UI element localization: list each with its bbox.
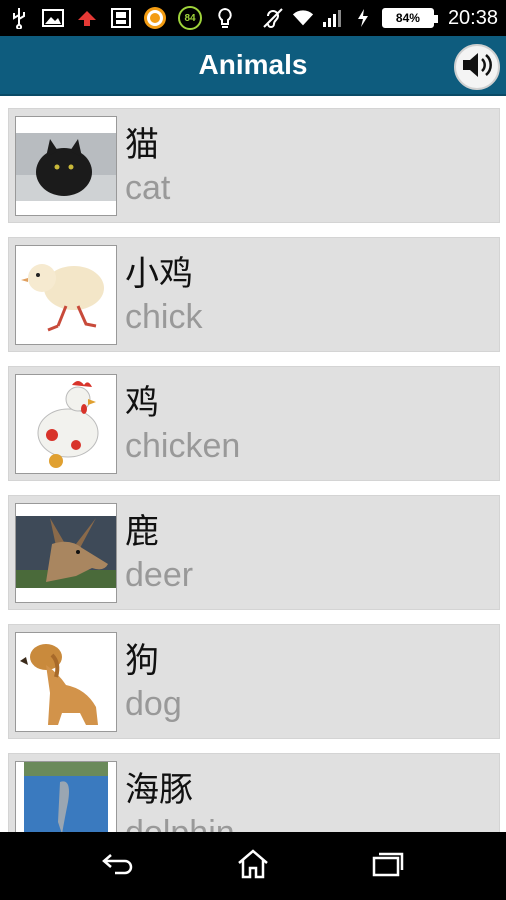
sound-button[interactable] (454, 44, 500, 90)
dog-image (15, 632, 117, 732)
back-button[interactable] (88, 841, 148, 891)
title-bar: Animals (0, 36, 506, 96)
status-bar: 84 84% 20:38 (0, 0, 506, 36)
orange-app-icon (144, 7, 166, 29)
recents-button[interactable] (358, 841, 418, 891)
hearing-icon (262, 7, 284, 29)
deer-image (15, 503, 117, 603)
dolphin-image (15, 761, 117, 832)
list-item[interactable]: 狗 dog (8, 624, 500, 739)
home-button[interactable] (223, 841, 283, 891)
back-icon (101, 851, 135, 881)
english-translation: dolphin (125, 814, 235, 832)
usb-icon (8, 7, 30, 29)
sd-card-icon (110, 7, 132, 29)
chicken-image (15, 374, 117, 474)
home-icon (236, 849, 270, 883)
list-item[interactable]: 海豚 dolphin (8, 753, 500, 832)
list-item[interactable]: 鹿 deer (8, 495, 500, 610)
clock: 20:38 (447, 6, 498, 29)
english-translation: cat (125, 169, 171, 207)
list-item[interactable]: 鸡 chicken (8, 366, 500, 481)
lightbulb-icon (214, 7, 236, 29)
chick-image (15, 245, 117, 345)
chinese-word: 猫 (125, 125, 159, 165)
animal-list[interactable]: 猫 cat 小鸡 chick 鸡 chicken 鹿 deer 狗 dog 海豚 (0, 96, 506, 832)
list-item[interactable]: 小鸡 chick (8, 237, 500, 352)
english-translation: chicken (125, 427, 241, 465)
chinese-word: 小鸡 (125, 254, 193, 294)
list-item[interactable]: 猫 cat (8, 108, 500, 223)
signal-icon (322, 7, 344, 29)
chinese-word: 鹿 (125, 512, 159, 552)
wifi-icon (292, 7, 314, 29)
english-translation: dog (125, 685, 182, 723)
chinese-word: 狗 (125, 641, 159, 681)
cat-image (15, 116, 117, 216)
badge-84-icon: 84 (178, 6, 202, 30)
chinese-word: 鸡 (125, 383, 159, 423)
speaker-icon (460, 50, 494, 84)
recents-icon (371, 850, 405, 882)
chinese-word: 海豚 (125, 770, 193, 810)
english-translation: chick (125, 298, 203, 336)
charging-icon (352, 7, 374, 29)
english-translation: deer (125, 556, 194, 594)
battery-icon: 84% (381, 8, 438, 28)
airplane-icon (76, 7, 98, 29)
navigation-bar (0, 832, 506, 900)
page-title: Animals (198, 49, 308, 80)
image-icon (42, 7, 64, 29)
